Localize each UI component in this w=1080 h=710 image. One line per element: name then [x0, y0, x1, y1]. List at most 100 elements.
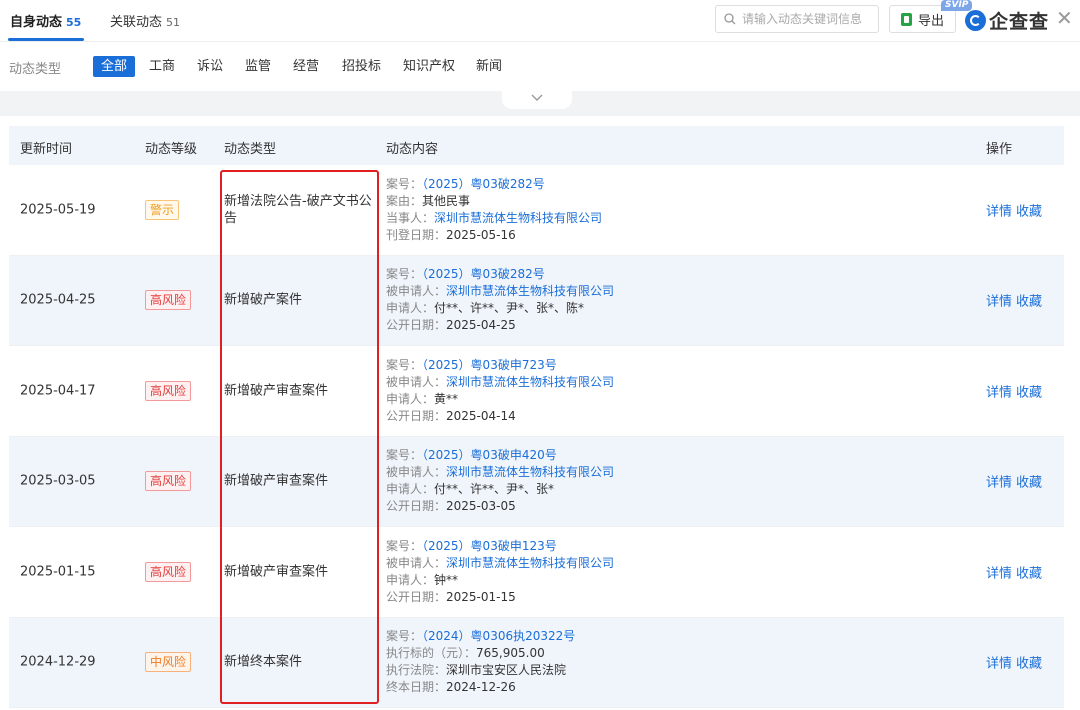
table-row: 2024-12-29 中风险 新增终本案件 案号：（2024）粤0306执20322号… [9, 617, 1064, 708]
favorite-link[interactable]: 收藏 [1016, 476, 1042, 491]
filter-label: 动态类型 [9, 62, 62, 77]
content-link[interactable]: 深圳市慧流体生物科技有限公司 [446, 465, 614, 479]
row-actions: 详情 收藏 [986, 472, 1042, 491]
detail-link[interactable]: 详情 [986, 295, 1012, 310]
excel-icon [900, 12, 912, 26]
update-date: 2025-04-25 [20, 292, 96, 308]
content-value: 深圳市宝安区人民法院 [446, 663, 567, 678]
content-link[interactable]: （2024）粤0306执20322号 [422, 629, 575, 643]
content-line: 刊登日期：2025-05-16 [386, 227, 602, 244]
brand-logo: 企查查 [965, 7, 1049, 34]
filter-chip-litigation[interactable]: 诉讼 [189, 56, 231, 77]
row-actions: 详情 收藏 [986, 562, 1042, 581]
risk-level-badge: 高风险 [145, 380, 192, 401]
tab-label: 关联动态 [110, 15, 163, 30]
content-value: 2025-05-16 [446, 227, 516, 242]
content-key: 案号： [386, 629, 423, 644]
content-value: 2025-03-05 [446, 499, 516, 514]
filter-chip-ip[interactable]: 知识产权 [395, 56, 463, 77]
filter-chip-regulation[interactable]: 监管 [237, 56, 279, 77]
risk-level-badge: 高风险 [145, 290, 192, 311]
content-line: 公开日期：2025-04-25 [386, 317, 614, 334]
header-update-time: 更新时间 [20, 142, 73, 157]
collapse-toggle[interactable] [502, 91, 572, 109]
tab-label: 自身动态 [10, 15, 63, 30]
content-line: 被申请人：深圳市慧流体生物科技有限公司 [386, 464, 614, 481]
update-type: 新增终本案件 [224, 654, 303, 670]
content-key: 被申请人： [386, 284, 447, 299]
brand-name: 企查查 [989, 11, 1050, 33]
detail-link[interactable]: 详情 [986, 385, 1012, 400]
filter-chip-all[interactable]: 全部 [93, 56, 136, 77]
update-date: 2025-04-17 [20, 383, 96, 399]
content-key: 案号： [386, 538, 423, 553]
row-actions: 详情 收藏 [986, 653, 1042, 672]
content-link[interactable]: 深圳市慧流体生物科技有限公司 [446, 284, 614, 298]
content-key: 申请人： [386, 572, 435, 587]
content-key: 公开日期： [386, 499, 447, 514]
tab-related-updates[interactable]: 关联动态 51 [110, 11, 180, 30]
content-link[interactable]: 深圳市慧流体生物科技有限公司 [446, 556, 614, 570]
content-line: 执行法院：深圳市宝安区人民法院 [386, 662, 575, 679]
content-line: 案号：（2024）粤0306执20322号 [386, 628, 575, 645]
update-type: 新增破产审查案件 [224, 383, 329, 399]
content-value: 付**、许**、尹*、张*、陈* [434, 301, 585, 316]
content-key: 刊登日期： [386, 227, 447, 242]
content-key: 案号： [386, 448, 423, 463]
content-link[interactable]: 深圳市慧流体生物科技有限公司 [446, 375, 614, 389]
content-link[interactable]: （2025）粤03破申723号 [422, 358, 557, 372]
content-line: 申请人：付**、许**、尹*、张* [386, 481, 614, 498]
filter-chip-operation[interactable]: 经营 [285, 56, 327, 77]
update-content: 案号：（2025）粤03破282号 案由：其他民事 当事人：深圳市慧流体生物科技有限… [386, 176, 602, 244]
update-content: 案号：（2025）粤03破申123号 被申请人：深圳市慧流体生物科技有限公司 申请人… [386, 538, 614, 606]
content-link[interactable]: （2025）粤03破282号 [422, 267, 545, 281]
favorite-link[interactable]: 收藏 [1016, 566, 1042, 581]
content-value: 765,905.00 [476, 646, 545, 661]
collapse-band [0, 91, 1080, 116]
favorite-link[interactable]: 收藏 [1016, 204, 1042, 219]
active-tab-indicator [8, 38, 84, 41]
filter-chip-business[interactable]: 工商 [141, 56, 183, 77]
favorite-link[interactable]: 收藏 [1016, 295, 1042, 310]
close-icon[interactable]: ✕ [1056, 6, 1073, 30]
content-key: 案号： [386, 267, 423, 282]
content-link[interactable]: 深圳市慧流体生物科技有限公司 [434, 211, 602, 225]
content-line: 案号：（2025）粤03破申420号 [386, 447, 614, 464]
content-line: 被申请人：深圳市慧流体生物科技有限公司 [386, 374, 614, 391]
content-link[interactable]: （2025）粤03破申123号 [422, 539, 557, 553]
export-label: 导出 [917, 13, 944, 29]
content-line: 公开日期：2025-03-05 [386, 498, 614, 515]
detail-link[interactable]: 详情 [986, 657, 1012, 672]
row-actions: 详情 收藏 [986, 381, 1042, 400]
update-date: 2025-03-05 [20, 473, 96, 489]
content-key: 被申请人： [386, 555, 447, 570]
content-line: 被申请人：深圳市慧流体生物科技有限公司 [386, 283, 614, 300]
update-type: 新增破产审查案件 [224, 564, 329, 580]
top-bar: 自身动态55 关联动态51 导出 SVIP 企查查 ✕ [0, 0, 1080, 42]
content-link[interactable]: （2025）粤03破申420号 [422, 448, 557, 462]
search-box[interactable] [715, 5, 879, 33]
content-line: 被申请人：深圳市慧流体生物科技有限公司 [386, 555, 614, 572]
tab-count: 55 [66, 16, 82, 29]
filter-chip-bidding[interactable]: 招投标 [334, 56, 389, 77]
content-link[interactable]: （2025）粤03破282号 [422, 177, 545, 191]
row-actions: 详情 收藏 [986, 200, 1042, 219]
favorite-link[interactable]: 收藏 [1016, 657, 1042, 672]
header-type: 动态类型 [224, 142, 277, 157]
content-value: 2025-04-14 [446, 408, 516, 423]
favorite-link[interactable]: 收藏 [1016, 385, 1042, 400]
detail-link[interactable]: 详情 [986, 476, 1012, 491]
risk-level-badge: 中风险 [145, 652, 192, 673]
content-line: 申请人：钟** [386, 572, 614, 589]
detail-link[interactable]: 详情 [986, 566, 1012, 581]
header-level: 动态等级 [145, 142, 198, 157]
search-input[interactable] [742, 12, 872, 26]
content-key: 公开日期： [386, 589, 447, 604]
content-key: 公开日期： [386, 408, 447, 423]
filter-chip-news[interactable]: 新闻 [468, 56, 510, 77]
updates-table: 更新时间 动态等级 动态类型 动态内容 操作 2025-05-19 警示 新增法院公… [9, 126, 1064, 708]
detail-link[interactable]: 详情 [986, 204, 1012, 219]
content-key: 申请人： [386, 482, 435, 497]
content-line: 执行标的（元）：765,905.00 [386, 645, 575, 662]
tab-self-updates[interactable]: 自身动态 55 [10, 11, 81, 30]
